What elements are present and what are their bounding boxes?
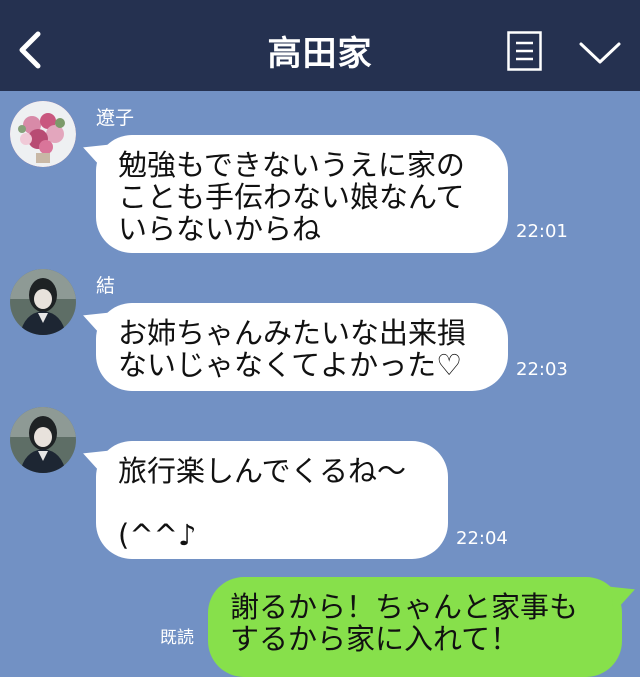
girl-photo-image [10, 269, 76, 335]
chat-header: 高田家 [0, 0, 640, 91]
menu-list-icon[interactable] [507, 31, 542, 71]
read-receipt: 既読 [160, 628, 194, 648]
message-bubble[interactable]: 旅行楽しんでくるね〜 (^^♪ [96, 441, 448, 559]
flower-bouquet-image [10, 101, 76, 167]
avatar-yui[interactable] [10, 269, 76, 335]
sender-name: 遼子 [96, 107, 135, 129]
girl-photo-image [10, 407, 76, 473]
message-bubble[interactable]: お姉ちゃんみたいな出来損 ないじゃなくてよかった♡ [96, 303, 508, 391]
message-bubble[interactable]: 勉強もできないうえに家の ことも手伝わない娘なんて いらないからね [96, 135, 508, 253]
outgoing-message-bubble[interactable]: 謝るから！ちゃんと家事も するから家に入れて！ [208, 577, 622, 677]
chat-area: 遼子 勉強もできないうえに家の ことも手伝わない娘なんて いらないからね 22:… [0, 91, 640, 677]
sender-name: 結 [96, 275, 116, 297]
chat-title: 高田家 [267, 34, 373, 74]
avatar-ryoko[interactable] [10, 101, 76, 167]
avatar-yui[interactable] [10, 407, 76, 473]
message-time: 22:04 [456, 528, 508, 549]
chevron-down-icon[interactable] [578, 38, 622, 68]
message-time: 22:03 [516, 359, 568, 380]
message-time: 22:01 [516, 221, 568, 242]
